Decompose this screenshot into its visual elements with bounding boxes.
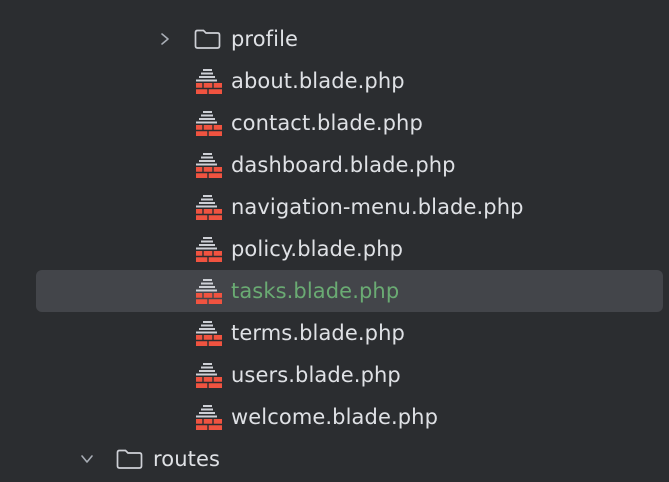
tree-file-row-selected[interactable]: tasks.blade.php — [0, 270, 669, 312]
file-label: navigation-menu.blade.php — [231, 195, 524, 219]
file-label: policy.blade.php — [231, 237, 404, 261]
tree-file-row[interactable]: navigation-menu.blade.php — [0, 186, 669, 228]
project-file-tree: profile about.blade.php contact.blade.ph… — [0, 0, 669, 482]
blade-file-icon — [193, 234, 223, 264]
tree-file-row[interactable]: dashboard.blade.php — [0, 144, 669, 186]
folder-icon — [193, 27, 223, 51]
tree-file-row[interactable]: contact.blade.php — [0, 102, 669, 144]
file-label: welcome.blade.php — [231, 405, 439, 429]
blade-file-icon — [193, 192, 223, 222]
folder-label-profile: profile — [231, 27, 299, 51]
file-label-selected: tasks.blade.php — [231, 279, 400, 303]
blade-file-icon — [193, 360, 223, 390]
tree-folder-profile[interactable]: profile — [0, 18, 669, 60]
blade-file-icon — [193, 150, 223, 180]
file-label: contact.blade.php — [231, 111, 423, 135]
file-label: dashboard.blade.php — [231, 153, 456, 177]
chevron-right-icon[interactable] — [158, 32, 172, 46]
blade-file-icon — [193, 276, 223, 306]
tree-folder-routes[interactable]: routes — [0, 438, 669, 480]
file-label: users.blade.php — [231, 363, 401, 387]
folder-label-routes: routes — [153, 447, 221, 471]
blade-file-icon — [193, 318, 223, 348]
tree-file-row[interactable]: policy.blade.php — [0, 228, 669, 270]
folder-icon — [115, 447, 145, 471]
blade-file-icon — [193, 402, 223, 432]
file-label: terms.blade.php — [231, 321, 405, 345]
chevron-down-icon[interactable] — [80, 452, 94, 466]
blade-file-icon — [193, 66, 223, 96]
blade-file-icon — [193, 108, 223, 138]
tree-file-row[interactable]: terms.blade.php — [0, 312, 669, 354]
tree-file-row[interactable]: welcome.blade.php — [0, 396, 669, 438]
file-label: about.blade.php — [231, 69, 405, 93]
tree-file-row[interactable]: about.blade.php — [0, 60, 669, 102]
tree-file-row[interactable]: users.blade.php — [0, 354, 669, 396]
